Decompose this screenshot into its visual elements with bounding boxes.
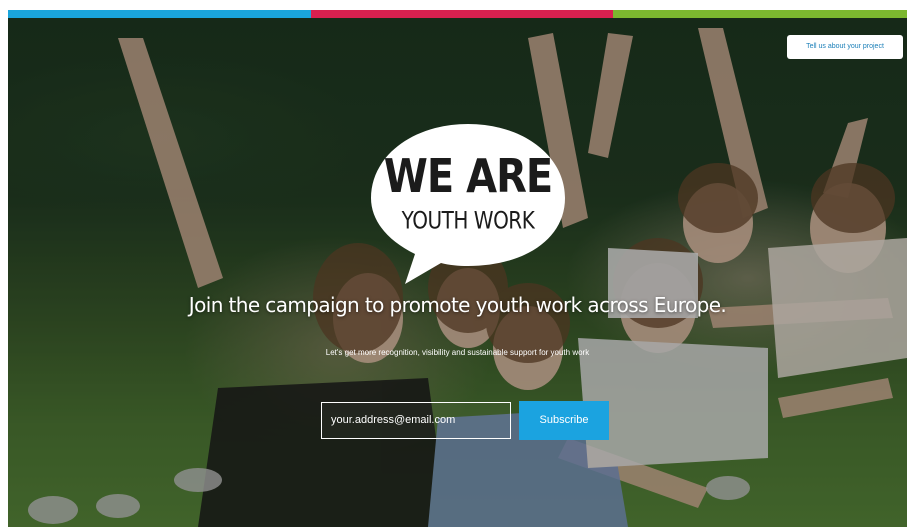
subscribe-button[interactable]: Subscribe (519, 401, 609, 440)
hero-image: Tell us about your project WE ARE YOUTH … (8, 18, 907, 527)
top-stripe-blue (8, 10, 311, 18)
email-input[interactable]: your.address@email.com (321, 402, 511, 439)
campaign-logo: WE ARE YOUTH WORK (363, 116, 573, 286)
hero-headline: Join the campaign to promote youth work … (188, 293, 727, 317)
logo-line-1: WE ARE (383, 150, 553, 204)
tell-us-about-project-button[interactable]: Tell us about your project (787, 35, 903, 59)
top-stripe-green (613, 10, 907, 18)
logo-line-2: YOUTH WORK (401, 205, 535, 235)
page: Tell us about your project WE ARE YOUTH … (8, 10, 907, 527)
hero-subheadline: Let's get more recognition, visibility a… (325, 348, 590, 357)
top-stripe-red (311, 10, 613, 18)
